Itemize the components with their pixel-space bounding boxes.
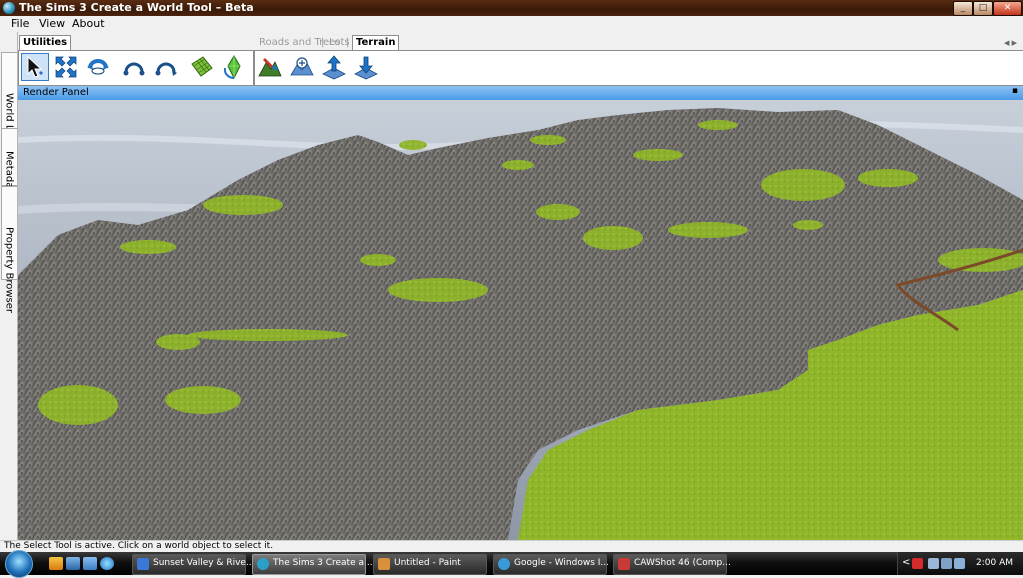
globe-icon: [257, 558, 269, 570]
close-icon: ✕: [1003, 3, 1012, 13]
terrain-grid-button[interactable]: [189, 54, 215, 80]
tab-utilities[interactable]: Utilities: [19, 35, 72, 51]
display-icon[interactable]: [954, 558, 965, 569]
task-sunset-valley[interactable]: Sunset Valley & Rive...: [132, 554, 255, 575]
pin-icon[interactable]: ▪: [1012, 86, 1018, 96]
terrain-smooth-icon: [290, 57, 314, 76]
system-tray: < 2:00 AM: [897, 552, 1023, 575]
menu-file[interactable]: File: [11, 17, 29, 30]
task-label: CAWShot 46 (Comp...: [634, 558, 731, 568]
redo-arc-button[interactable]: [153, 54, 179, 80]
select-arrow-icon: [27, 55, 43, 78]
taskbar: Sunset Valley & Rive... The Sims 3 Creat…: [0, 550, 1023, 578]
scale-tool-button[interactable]: [53, 54, 79, 80]
side-tab-strip: World Layers Metadata Property Browser: [0, 32, 18, 541]
utilities-toolstrip: [18, 50, 254, 86]
tab-separator: |: [346, 37, 350, 48]
internet-explorer-icon: [498, 558, 510, 570]
scale-arrows-icon: [55, 56, 77, 78]
status-text: The Select Tool is active. Click on a wo…: [4, 541, 274, 551]
render-viewport[interactable]: [18, 100, 1023, 540]
tab-terrain[interactable]: Terrain: [352, 35, 400, 51]
document-icon: [137, 558, 149, 570]
window-title: The Sims 3 Create a World Tool – Beta: [19, 1, 254, 14]
minimize-button[interactable]: _: [953, 1, 973, 16]
tab-scroll-arrows[interactable]: ◀ ▶: [1004, 39, 1017, 47]
image-icon: [618, 558, 630, 570]
task-label: Google - Windows I...: [514, 558, 609, 568]
undo-arc-button[interactable]: [121, 54, 147, 80]
side-tab-label: Property Browser: [3, 227, 15, 314]
maximize-icon: □: [978, 3, 988, 13]
tray-expand-icon[interactable]: <: [902, 557, 910, 568]
maximize-button[interactable]: □: [973, 1, 993, 16]
menu-bar: File View About: [0, 16, 1023, 32]
terrain-paint-button[interactable]: [257, 54, 283, 80]
redo-arc-icon: [155, 62, 177, 76]
menu-view[interactable]: View: [39, 17, 65, 30]
terrain-paint-icon: [258, 58, 282, 77]
task-google[interactable]: Google - Windows I...: [493, 554, 609, 575]
close-button[interactable]: ✕: [993, 1, 1022, 16]
terrain-raise-icon: [322, 55, 346, 80]
rotate-tool-button[interactable]: [85, 54, 111, 80]
side-tab-label: World Layers: [3, 93, 15, 158]
menu-about[interactable]: About: [72, 17, 105, 30]
paint-brush-icon: [378, 558, 390, 570]
terrain-lower-icon: [354, 56, 378, 80]
switch-windows-icon[interactable]: [83, 557, 97, 570]
tool-panel: Utilities Roads and Trees | Lots | Terra…: [18, 32, 1023, 86]
side-tab-label: Metadata: [3, 151, 15, 199]
antivirus-icon[interactable]: [912, 558, 923, 569]
tab-separator: |: [321, 37, 325, 48]
side-tab-metadata[interactable]: Metadata: [1, 128, 17, 199]
show-desktop-icon[interactable]: [66, 557, 80, 570]
task-label: Sunset Valley & Rive...: [153, 558, 255, 568]
start-button[interactable]: [5, 550, 33, 578]
title-bar[interactable]: The Sims 3 Create a World Tool – Beta _ …: [0, 0, 1023, 16]
sim-tool-button[interactable]: [221, 54, 247, 80]
render-panel-title: Render Panel: [23, 87, 89, 98]
task-paint[interactable]: Untitled - Paint: [373, 554, 487, 575]
task-cawshot[interactable]: CAWShot 46 (Comp...: [613, 554, 731, 575]
internet-explorer-icon[interactable]: [100, 557, 114, 570]
clock[interactable]: 2:00 AM: [976, 558, 1013, 568]
folder-icon[interactable]: [49, 557, 63, 570]
task-label: The Sims 3 Create a ...: [273, 558, 376, 568]
side-tab-property-browser[interactable]: Property Browser: [1, 186, 17, 314]
undo-arc-icon: [123, 62, 145, 76]
terrain-lower-button[interactable]: [353, 54, 379, 80]
terrain-scene: [18, 100, 1023, 540]
task-sims-caw[interactable]: The Sims 3 Create a ...: [252, 554, 375, 575]
rotate-icon: [87, 59, 109, 75]
select-tool-button[interactable]: [21, 53, 49, 81]
terrain-toolstrip: [254, 50, 1023, 86]
terrain-raise-button[interactable]: [321, 54, 347, 80]
render-panel-header: Render Panel ▪: [18, 86, 1023, 100]
terrain-grid-icon: [191, 56, 213, 77]
volume-icon[interactable]: [941, 558, 952, 569]
app-globe-icon: [3, 2, 15, 14]
task-label: Untitled - Paint: [394, 558, 461, 568]
terrain-smooth-button[interactable]: [289, 54, 315, 80]
network-icon[interactable]: [928, 558, 939, 569]
plumbob-icon: [223, 55, 241, 80]
minimize-icon: _: [960, 3, 966, 13]
